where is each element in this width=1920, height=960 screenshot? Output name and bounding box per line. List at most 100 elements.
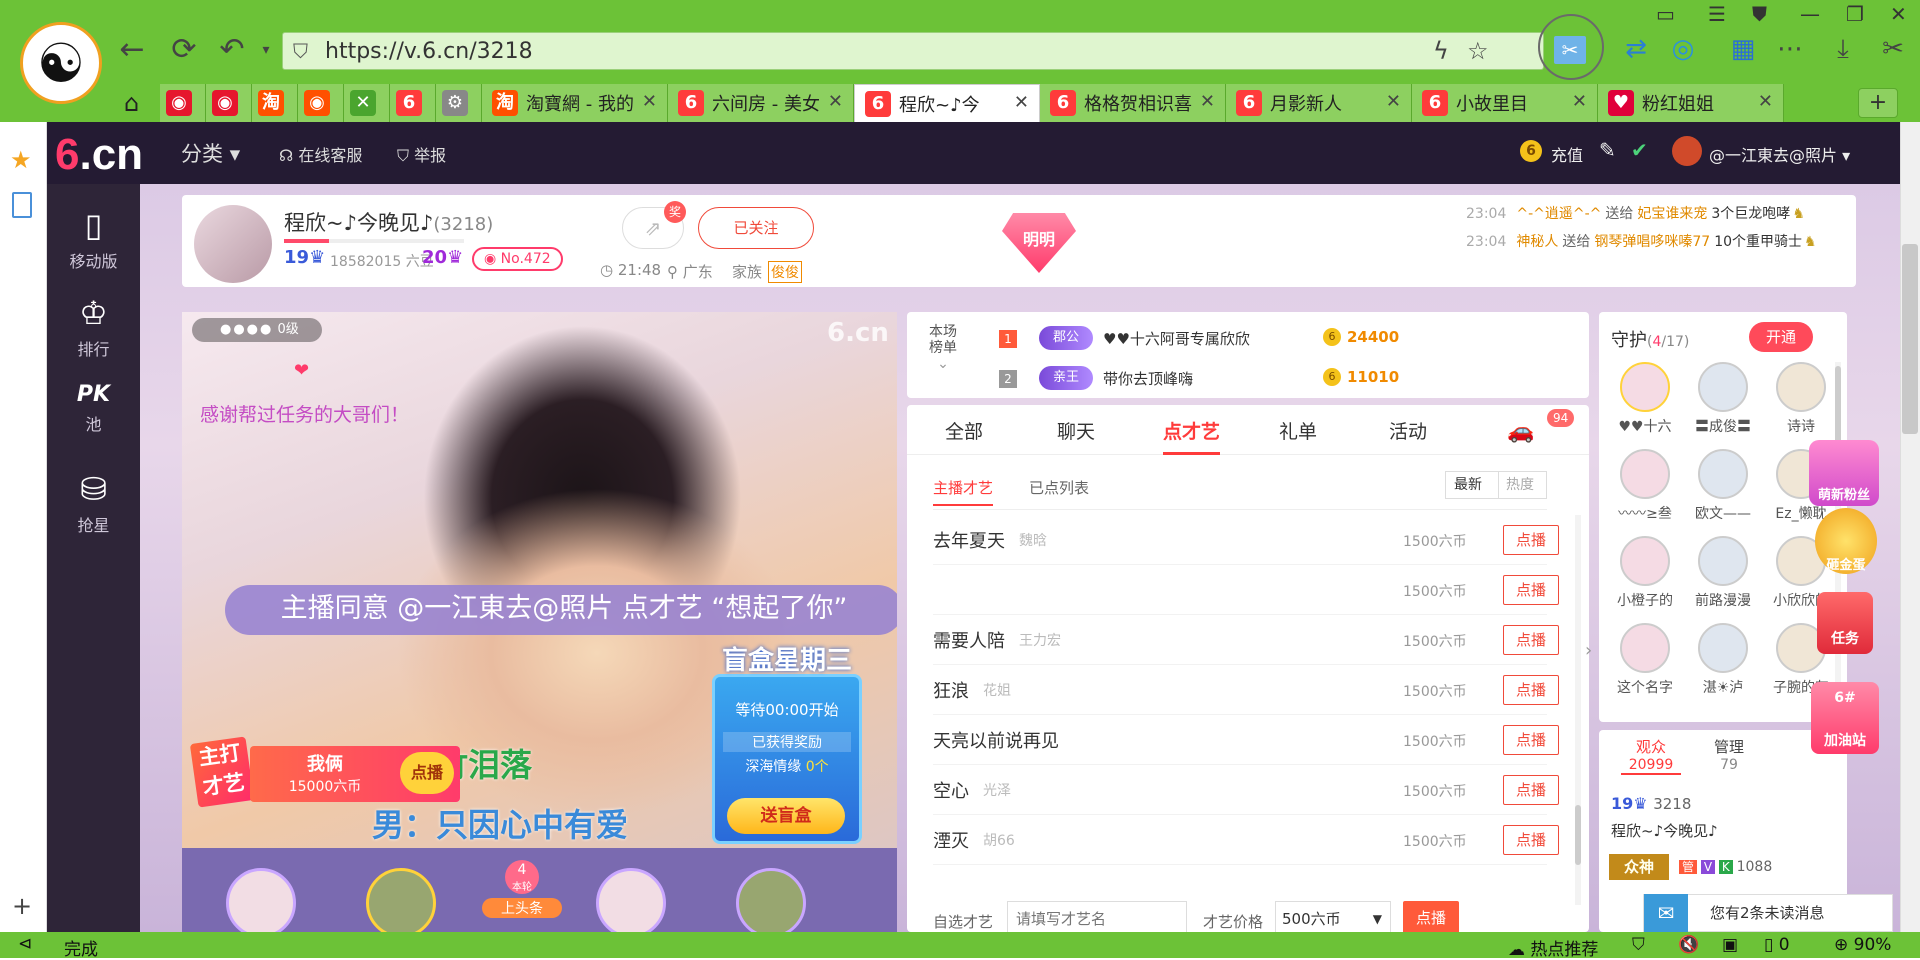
tab-0[interactable]: ◉ xyxy=(160,84,206,122)
chevron-down-icon[interactable]: ▾ xyxy=(246,30,286,70)
close-icon[interactable]: ✕ xyxy=(1890,2,1907,26)
feed-to[interactable]: 钢琴弹唱哆咪嗪77 xyxy=(1594,234,1710,250)
tab-礼单[interactable]: 礼单 xyxy=(1279,417,1317,444)
report-link[interactable]: ⛉ 举报 xyxy=(397,142,446,166)
briefcase-icon[interactable]: ▣ xyxy=(1722,935,1738,955)
anchor-avatar[interactable] xyxy=(194,205,272,283)
back-icon[interactable]: ← xyxy=(112,30,152,70)
unread-message-bar[interactable]: ✉ 您有2条未读消息 xyxy=(1643,894,1893,932)
guard-member[interactable]: 诗诗 xyxy=(1763,362,1839,446)
edit-icon[interactable]: ✎ xyxy=(1599,138,1616,162)
tab-8[interactable]: 6 六间房 - 美女 ✕ xyxy=(668,84,854,122)
talent-play-button[interactable]: 点播 xyxy=(1503,775,1559,805)
tab-1[interactable]: ◉ xyxy=(206,84,252,122)
headline-avatar-4[interactable] xyxy=(736,868,806,932)
scissors-tool-icon[interactable]: ✂ xyxy=(1875,34,1911,64)
talent-play-button[interactable]: 点播 xyxy=(1503,675,1559,705)
tab-3[interactable]: ◉ xyxy=(298,84,344,122)
tab-10[interactable]: 6 格格贺相识喜 ✕ xyxy=(1040,84,1226,122)
price-select[interactable]: 500六币 ▼ xyxy=(1275,901,1391,932)
audience-tab[interactable]: 观众 20999 xyxy=(1621,736,1681,775)
user-menu[interactable]: @一江東去@照片 ▾ xyxy=(1709,142,1850,166)
tab-全部[interactable]: 全部 xyxy=(945,417,983,444)
tab-7[interactable]: 淘淘寶網 - 我的 ✕ xyxy=(482,84,668,122)
tab-close-icon[interactable]: ✕ xyxy=(1572,91,1587,112)
sidebar-item-3[interactable]: ⛁ 抢星 xyxy=(47,470,140,536)
sort-hot[interactable]: 热度 xyxy=(1506,472,1534,498)
guard-member[interactable]: 湛☀泸 xyxy=(1685,623,1761,707)
subtab-anchor-talent[interactable]: 主播才艺 xyxy=(933,477,994,506)
rank-label[interactable]: 本场 榜单 ⌄ xyxy=(929,324,957,372)
tab-12[interactable]: 6 小故里目 ✕ xyxy=(1412,84,1598,122)
sidebar-toggle-icon[interactable]: ⊲ xyxy=(18,934,32,954)
security-icon[interactable]: ⛉ xyxy=(1632,935,1645,955)
subtab-requested-list[interactable]: 已点列表 xyxy=(1029,477,1089,498)
custom-talent-play-button[interactable]: 点播 xyxy=(1403,901,1459,932)
online-service-link[interactable]: ☊ 在线客服 xyxy=(279,142,362,166)
tab-close-icon[interactable]: ✕ xyxy=(828,91,843,112)
rank-badge[interactable]: ◉ No.472 xyxy=(472,247,563,271)
skin-icon[interactable]: ⛊ xyxy=(1752,2,1767,26)
family-name[interactable]: 俊俊 xyxy=(768,261,802,283)
url-text[interactable]: https://v.6.cn/3218 xyxy=(325,39,533,64)
tab-5[interactable]: 6 xyxy=(390,84,436,122)
anchor-badge[interactable]: 明明 xyxy=(1002,213,1076,273)
car-icon[interactable]: 🚗 xyxy=(1507,419,1534,444)
new-fans-widget[interactable]: 萌新粉丝 xyxy=(1809,440,1879,506)
window-pin-icon[interactable]: ▭ xyxy=(1656,2,1675,26)
sync-icon[interactable]: ◎ xyxy=(1665,34,1701,64)
new-tab-button[interactable]: + xyxy=(1858,88,1898,118)
talent-play-button[interactable]: 点播 xyxy=(1503,825,1559,855)
page-scrollbar[interactable] xyxy=(1900,122,1920,932)
menu-icon[interactable]: ☰ xyxy=(1708,2,1726,26)
tab-活动[interactable]: 活动 xyxy=(1389,417,1427,444)
hot-recommend[interactable]: ☁ 热点推荐 xyxy=(1508,935,1598,960)
send-blind-box-button[interactable]: 送盲盒 xyxy=(727,798,845,834)
more-icon[interactable]: ⋯ xyxy=(1772,34,1808,64)
guard-member[interactable]: 小橙子的 xyxy=(1607,536,1683,620)
tab-4[interactable]: ✕ xyxy=(344,84,390,122)
guard-member[interactable]: 这个名字 xyxy=(1607,623,1683,707)
talent-play-button[interactable]: 点播 xyxy=(1503,725,1559,755)
headline-avatar-1[interactable] xyxy=(226,868,296,932)
audience-name[interactable]: 程欣~♪今晚见♪ xyxy=(1611,820,1718,841)
guard-member[interactable]: 〰〰≥叁 xyxy=(1607,449,1683,533)
lightning-icon[interactable]: ϟ xyxy=(1433,37,1449,65)
custom-talent-input[interactable] xyxy=(1007,901,1187,932)
follow-button[interactable]: 已关注 xyxy=(698,207,814,249)
tab-6[interactable]: ⚙ xyxy=(436,84,482,122)
recharge-link[interactable]: 充值 xyxy=(1551,142,1583,166)
fuel-station-widget[interactable]: 6# 加油站 xyxy=(1811,682,1879,754)
gold-egg-widget[interactable]: 砸金蛋 xyxy=(1815,508,1877,574)
home-icon[interactable]: ⌂ xyxy=(118,84,156,122)
guard-member[interactable]: 〓成俊〓 xyxy=(1685,362,1761,446)
site-logo[interactable]: 6.cn xyxy=(55,130,143,180)
tab-11[interactable]: 6 月影新人 ✕ xyxy=(1226,84,1412,122)
tab-close-icon[interactable]: ✕ xyxy=(1758,91,1773,112)
tab-13[interactable]: ♥ 粉红姐姐 ✕ xyxy=(1598,84,1784,122)
tab-点才艺[interactable]: 点才艺 xyxy=(1163,417,1221,455)
guard-member[interactable]: ♥♥十六 xyxy=(1607,362,1683,446)
rank-name[interactable]: ♥♥十六阿哥专属欣欣 xyxy=(1103,328,1250,349)
translate-icon[interactable]: ⇄ xyxy=(1618,34,1654,64)
headline-avatar-3[interactable] xyxy=(596,868,666,932)
tab-9[interactable]: 6 程欣~♪今 ✕ xyxy=(854,84,1040,122)
video-player[interactable]: ●●●● 0级 6.cn ❤ 感谢帮过任务的大哥们！ 主播同意 @一江東去@照片… xyxy=(182,312,897,932)
sort-latest[interactable]: 最新 xyxy=(1454,472,1482,498)
feed-from[interactable]: 神秘人 xyxy=(1516,234,1558,250)
guard-member[interactable]: 前路漫漫 xyxy=(1685,536,1761,620)
add-panel-icon[interactable]: + xyxy=(12,892,32,920)
minimize-icon[interactable]: — xyxy=(1800,2,1820,26)
tab-close-icon[interactable]: ✕ xyxy=(1200,91,1215,112)
address-bar[interactable]: ⛉ https://v.6.cn/3218 ϟ ☆ xyxy=(282,32,1544,70)
tab-close-icon[interactable]: ✕ xyxy=(1014,92,1029,113)
download-icon[interactable]: ⤓ xyxy=(1825,34,1861,65)
sidebar-item-2[interactable]: PK 池 xyxy=(47,382,140,435)
screenshot-button[interactable]: ✂ xyxy=(1538,14,1604,80)
task-widget[interactable]: 任务 xyxy=(1817,592,1873,654)
feed-to[interactable]: 妃宝谁来宠 xyxy=(1637,206,1707,222)
download-count[interactable]: ▯ 0 xyxy=(1764,935,1790,955)
collapse-arrow-icon[interactable]: › xyxy=(1585,640,1592,661)
talent-play-button[interactable]: 点播 xyxy=(400,752,454,794)
zoom-level[interactable]: ⊕ 90% xyxy=(1834,935,1891,955)
